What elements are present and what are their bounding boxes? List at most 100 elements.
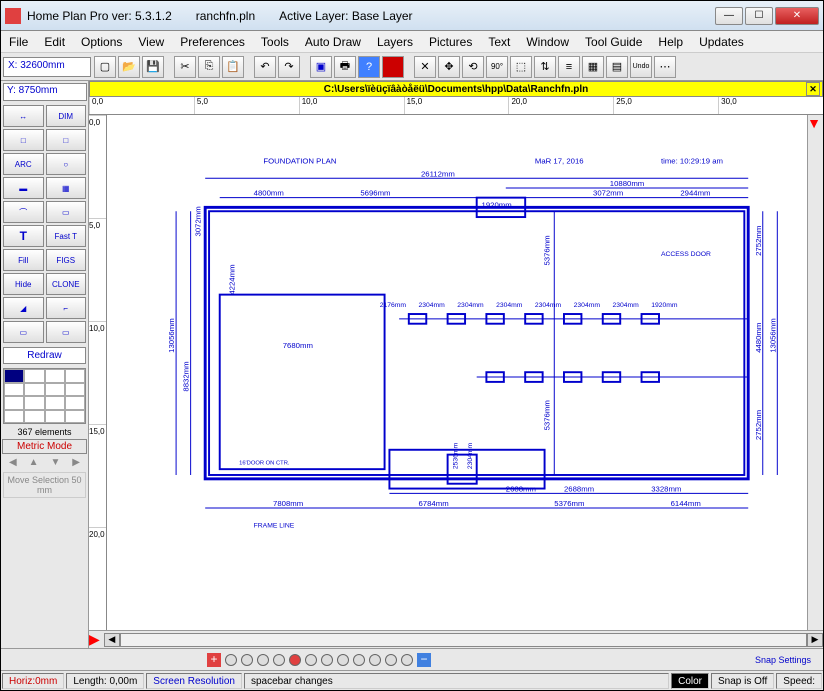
app-icon — [5, 8, 21, 24]
snap-dot[interactable] — [385, 654, 397, 666]
maximize-button[interactable]: ☐ — [745, 7, 773, 25]
tool-text[interactable]: T — [3, 225, 44, 247]
new-icon[interactable]: ▢ — [94, 56, 116, 78]
snap-plus-icon[interactable]: + — [207, 653, 221, 667]
snap-dot[interactable] — [369, 654, 381, 666]
extra-icon[interactable]: ⋯ — [654, 56, 676, 78]
rotate-icon[interactable]: ⟲ — [462, 56, 484, 78]
save-icon[interactable]: 💾 — [142, 56, 164, 78]
tool-dim[interactable]: DIM — [46, 105, 87, 127]
mirror-icon[interactable]: ⇅ — [534, 56, 556, 78]
tool-fill[interactable]: Fill — [3, 249, 44, 271]
grid-icon[interactable]: ▦ — [582, 56, 604, 78]
move-arrows[interactable]: ◀▲▼▶ — [1, 455, 88, 470]
tool-clone[interactable]: CLONE — [46, 273, 87, 295]
paste-icon[interactable]: 📋 — [222, 56, 244, 78]
layers-icon[interactable]: ▤ — [606, 56, 628, 78]
move-selection: Move Selection 50 mm — [3, 472, 86, 498]
snap-dot[interactable] — [241, 654, 253, 666]
menu-text[interactable]: Text — [488, 35, 510, 49]
menu-pictures[interactable]: Pictures — [429, 35, 472, 49]
snap-dot-active[interactable] — [289, 654, 301, 666]
horizontal-scrollbar[interactable]: ▶ ◀ ▶ — [89, 630, 823, 648]
menu-updates[interactable]: Updates — [699, 35, 744, 49]
copy-icon[interactable]: ⎘ — [198, 56, 220, 78]
print-icon[interactable]: 🖶 — [334, 56, 356, 78]
snap-dot[interactable] — [273, 654, 285, 666]
svg-text:6144mm: 6144mm — [671, 499, 701, 508]
color-picker[interactable] — [3, 368, 86, 424]
svg-text:time: 10:29:19 am: time: 10:29:19 am — [661, 157, 723, 166]
cut-icon[interactable]: ✂ — [174, 56, 196, 78]
svg-text:2688mm: 2688mm — [506, 484, 536, 493]
menu-file[interactable]: File — [9, 35, 28, 49]
tool-rect2[interactable]: □ — [46, 129, 87, 151]
menu-autodraw[interactable]: Auto Draw — [305, 35, 361, 49]
tool-tri[interactable]: ◢ — [3, 297, 44, 319]
filepath-bar: C:\Users\ïèüçïâàòåëü\Documents\hpp\Data\… — [89, 81, 823, 97]
undo2-icon[interactable]: Undo — [630, 56, 652, 78]
close-button[interactable]: ✕ — [775, 7, 819, 25]
snap-dot[interactable] — [257, 654, 269, 666]
tool-rect[interactable]: □ — [3, 129, 44, 151]
horizontal-ruler: 0,05,010,015,020,025,030,0 — [89, 97, 823, 115]
tool-rect3[interactable]: ▭ — [3, 321, 44, 343]
menu-edit[interactable]: Edit — [44, 35, 65, 49]
tool-fasttext[interactable]: Fast T — [46, 225, 87, 247]
snap-dot[interactable] — [353, 654, 365, 666]
menu-tools[interactable]: Tools — [261, 35, 289, 49]
menu-toolguide[interactable]: Tool Guide — [585, 35, 642, 49]
open-icon[interactable]: 📂 — [118, 56, 140, 78]
align-icon[interactable]: ≡ — [558, 56, 580, 78]
svg-text:FRAME LINE: FRAME LINE — [254, 522, 295, 529]
snap-dot[interactable] — [305, 654, 317, 666]
svg-text:MaR 17, 2016: MaR 17, 2016 — [535, 157, 584, 166]
svg-text:7680mm: 7680mm — [283, 341, 313, 350]
ruler-marker-icon: ▼ — [807, 115, 821, 131]
help-icon[interactable]: ? — [358, 56, 380, 78]
metric-mode[interactable]: Metric Mode — [2, 439, 87, 454]
close-file-icon[interactable]: ✕ — [806, 82, 820, 96]
menu-preferences[interactable]: Preferences — [180, 35, 245, 49]
angle-icon[interactable]: 90° — [486, 56, 508, 78]
select-icon[interactable]: ⬚ — [510, 56, 532, 78]
menu-help[interactable]: Help — [658, 35, 683, 49]
menu-window[interactable]: Window — [526, 35, 569, 49]
snap-dot[interactable] — [321, 654, 333, 666]
snap-settings-button[interactable]: Snap Settings — [747, 655, 819, 665]
tool-box[interactable]: ▭ — [46, 201, 87, 223]
delete-icon[interactable]: ✕ — [414, 56, 436, 78]
svg-text:2752mm: 2752mm — [754, 410, 763, 440]
tool-curve[interactable]: ⌒ — [3, 201, 44, 223]
tool-arc[interactable]: ARC — [3, 153, 44, 175]
tool-wall[interactable]: ▬ — [3, 177, 44, 199]
tool-figs[interactable]: FIGS — [46, 249, 87, 271]
tool-hide[interactable]: Hide — [3, 273, 44, 295]
move-icon[interactable]: ✥ — [438, 56, 460, 78]
redraw-button[interactable]: Redraw — [3, 347, 86, 364]
tool-line[interactable]: ↔ — [3, 105, 44, 127]
minimize-button[interactable]: — — [715, 7, 743, 25]
menu-view[interactable]: View — [138, 35, 164, 49]
status-snap[interactable]: Snap is Off — [711, 673, 774, 689]
vertical-scrollbar[interactable] — [807, 115, 823, 630]
canvas: C:\Users\ïèüçïâàòåëü\Documents\hpp\Data\… — [89, 81, 823, 648]
tool-circle[interactable]: ○ — [46, 153, 87, 175]
snap-dot[interactable] — [401, 654, 413, 666]
redo-icon[interactable]: ↷ — [278, 56, 300, 78]
zoom-icon[interactable]: ▣ — [310, 56, 332, 78]
undo-icon[interactable]: ↶ — [254, 56, 276, 78]
status-resolution[interactable]: Screen Resolution — [146, 673, 242, 689]
snap-minus-icon[interactable]: − — [417, 653, 431, 667]
drawing-area[interactable]: FOUNDATION PLAN MaR 17, 2016 time: 10:29… — [107, 115, 807, 630]
tool-corner[interactable]: ⌐ — [46, 297, 87, 319]
tool-hatch[interactable]: ▦ — [46, 177, 87, 199]
snap-dot[interactable] — [337, 654, 349, 666]
stop-icon[interactable] — [382, 56, 404, 78]
status-color[interactable]: Color — [671, 673, 709, 689]
tool-rect4[interactable]: ▭ — [46, 321, 87, 343]
menu-layers[interactable]: Layers — [377, 35, 413, 49]
menu-options[interactable]: Options — [81, 35, 122, 49]
snap-dot[interactable] — [225, 654, 237, 666]
svg-text:4800mm: 4800mm — [254, 189, 284, 198]
